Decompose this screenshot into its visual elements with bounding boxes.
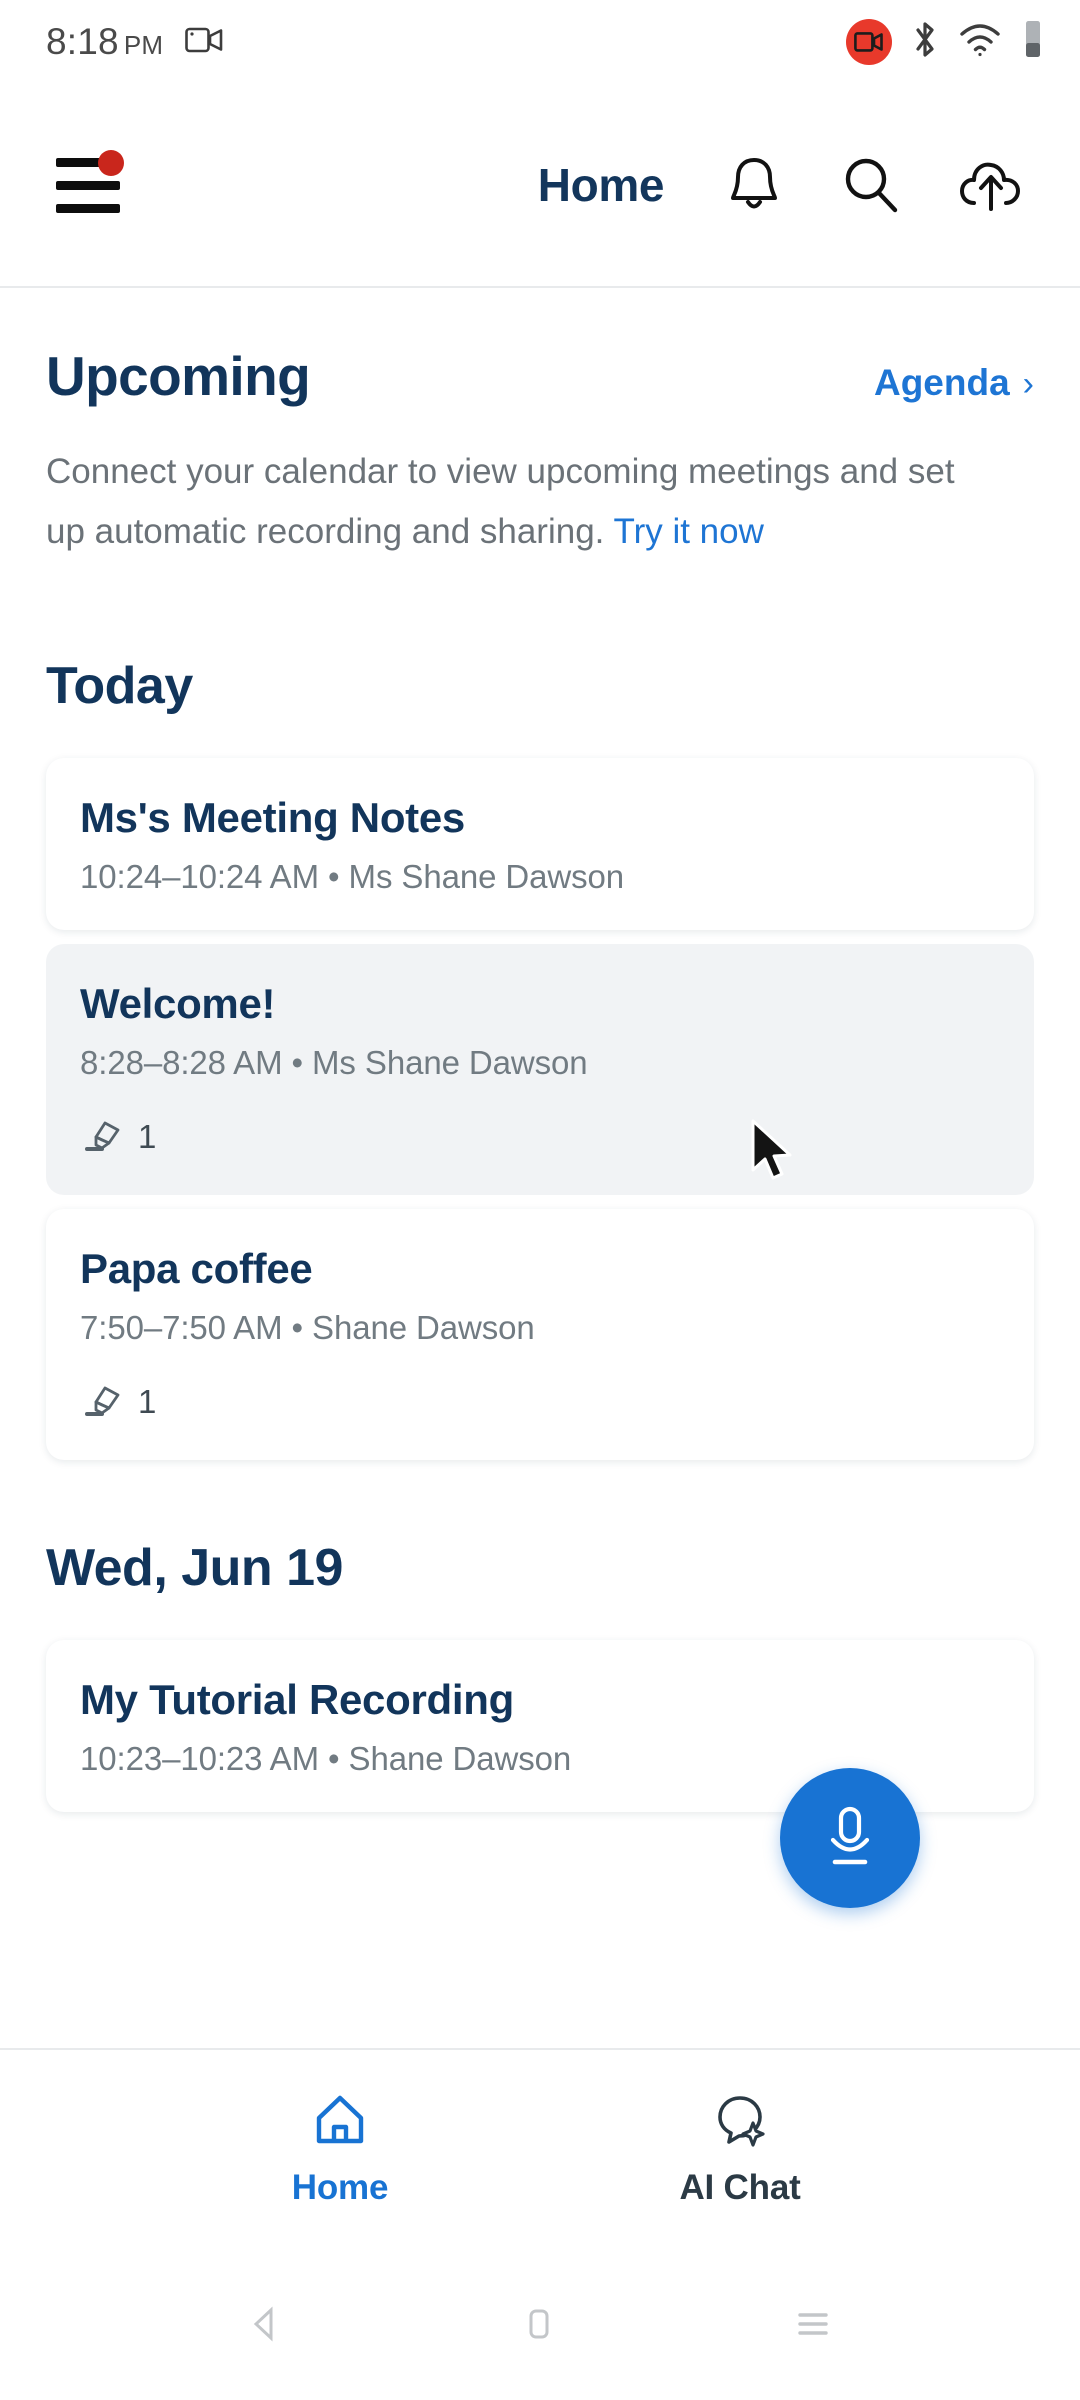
day-header-next: Wed, Jun 19 — [46, 1539, 343, 1597]
nav-label-home: Home — [291, 2167, 389, 2207]
recording-stats: 1 — [80, 1112, 1000, 1161]
recording-list-today: Ms's Meeting Notes 10:24–10:24 AM • Ms S… — [46, 758, 1034, 1460]
recording-stats: 1 — [80, 1377, 1000, 1426]
bottom-navigation: Home AI Chat — [0, 2048, 1080, 2248]
wifi-icon — [958, 20, 1002, 65]
recording-meta: 7:50–7:50 AM • Shane Dawson — [80, 1309, 535, 1346]
main-content: Upcoming Agenda › Connect your calendar … — [0, 288, 1080, 2048]
recording-title: My Tutorial Recording — [80, 1676, 514, 1723]
system-navigation-bar — [0, 2248, 1080, 2400]
hamburger-menu-icon[interactable] — [56, 150, 124, 216]
back-triangle-icon[interactable] — [244, 2302, 288, 2346]
day-header-today: Today — [46, 657, 193, 715]
upcoming-title: Upcoming — [46, 345, 311, 407]
bell-icon[interactable] — [724, 154, 784, 216]
status-time-value: 8:18 — [46, 21, 119, 62]
nav-item-ai-chat[interactable]: AI Chat — [605, 2091, 875, 2208]
bluetooth-icon — [910, 19, 940, 66]
upcoming-blurb: Connect your calendar to view upcoming m… — [46, 442, 976, 562]
phone-screen: 8:18 PM Home Upcoming Agenda › Connect y… — [0, 0, 1080, 2400]
highlighter-icon — [80, 1112, 124, 1161]
home-square-icon[interactable] — [517, 2302, 561, 2346]
nav-label-ai-chat: AI Chat — [679, 2167, 801, 2207]
recording-title: Ms's Meeting Notes — [80, 794, 465, 841]
hamburger-line-top — [56, 157, 102, 167]
status-bar: 8:18 PM — [0, 0, 1080, 84]
try-it-now-link[interactable]: Try it now — [614, 512, 764, 551]
page-title: Home — [537, 159, 665, 211]
highlighter-icon — [80, 1377, 124, 1426]
recording-title: Welcome! — [80, 980, 276, 1027]
recents-lines-icon[interactable] — [790, 2302, 836, 2346]
agenda-link[interactable]: Agenda › — [874, 362, 1034, 404]
hamburger-line-middle — [56, 180, 120, 190]
table-row[interactable]: Welcome! 8:28–8:28 AM • Ms Shane Dawson … — [46, 944, 1034, 1195]
upcoming-blurb-text: Connect your calendar to view upcoming m… — [46, 452, 955, 551]
video-camera-icon — [185, 25, 225, 60]
table-row[interactable]: Ms's Meeting Notes 10:24–10:24 AM • Ms S… — [46, 758, 1034, 930]
upcoming-section-header: Upcoming Agenda › — [46, 288, 1034, 408]
chevron-right-icon: › — [1022, 365, 1034, 403]
highlight-count: 1 — [138, 1382, 157, 1420]
screen-record-icon — [846, 19, 892, 65]
status-bar-left: 8:18 PM — [46, 21, 225, 63]
ai-chat-bubble-icon — [711, 2091, 769, 2154]
recording-meta: 10:24–10:24 AM • Ms Shane Dawson — [80, 858, 625, 895]
app-header: Home — [0, 84, 1080, 288]
menu-notification-badge — [98, 150, 124, 176]
recording-title: Papa coffee — [80, 1245, 313, 1292]
header-actions: Home — [538, 154, 1024, 216]
status-bar-right — [846, 19, 1046, 66]
battery-icon — [1020, 19, 1046, 66]
highlight-count: 1 — [138, 1117, 157, 1155]
nav-item-home[interactable]: Home — [205, 2091, 475, 2208]
status-time-ampm: PM — [123, 30, 164, 60]
home-icon — [311, 2091, 369, 2154]
table-row[interactable]: Papa coffee 7:50–7:50 AM • Shane Dawson … — [46, 1209, 1034, 1460]
agenda-link-label: Agenda — [873, 362, 1010, 403]
hamburger-line-bottom — [56, 203, 120, 213]
status-time: 8:18 PM — [46, 21, 163, 63]
cloud-upload-icon[interactable] — [958, 155, 1024, 215]
recording-meta: 8:28–8:28 AM • Ms Shane Dawson — [80, 1044, 588, 1081]
search-icon[interactable] — [840, 154, 902, 216]
record-fab-button[interactable] — [780, 1768, 920, 1908]
